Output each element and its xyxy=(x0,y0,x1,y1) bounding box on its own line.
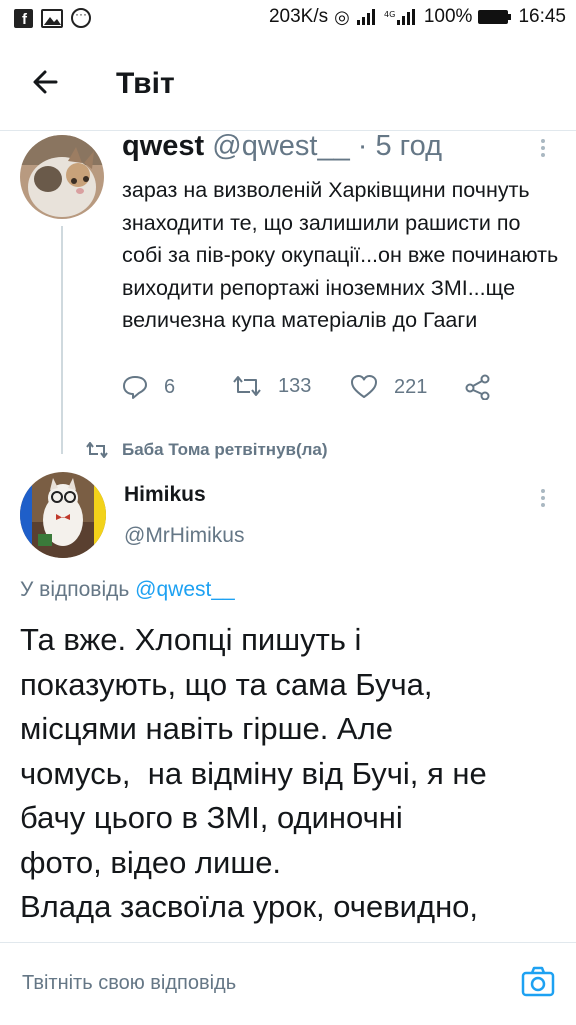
tweet2-line: показують, що та сама Буча, xyxy=(20,666,433,702)
tweet1-time: 5 год xyxy=(375,130,443,162)
clock: 16:45 xyxy=(518,6,566,27)
replying-to: У відповідь @qwest__ xyxy=(20,578,235,602)
cat-scientist-avatar-image xyxy=(20,472,106,558)
tweet2-line: бачу цього в ЗМІ, одиночні xyxy=(20,800,403,835)
tweet1-actions: 6 133 221 xyxy=(122,374,562,410)
retweet-note-text[interactable]: Баба Тома ретвітнув(ла) xyxy=(122,440,328,460)
camera-icon[interactable] xyxy=(520,964,556,1000)
avatar-qwest[interactable] xyxy=(20,135,104,219)
share-button[interactable] xyxy=(464,374,492,400)
page-title: Твіт xyxy=(116,67,175,100)
signal-4g-icon: 4G xyxy=(384,9,415,25)
tweet1-separator: · xyxy=(357,130,368,162)
gallery-icon xyxy=(41,8,63,28)
retweet-count: 133 xyxy=(278,374,312,397)
cat-avatar-image xyxy=(20,135,104,219)
replying-to-link[interactable]: @qwest__ xyxy=(135,578,235,601)
heart-icon xyxy=(351,375,377,398)
arrow-left-icon[interactable] xyxy=(26,62,66,102)
battery-percent: 100% xyxy=(423,6,473,27)
top-app-bar: Твіт xyxy=(0,40,576,131)
tweet2-text: Та вже. Хлопці пишуть і показують, що та… xyxy=(20,618,560,930)
tweet2-line: чомусь, на відміну від Бучі, я не xyxy=(20,755,487,791)
more-options-icon[interactable] xyxy=(536,486,550,514)
tweet1-header: qwest @qwest__ · 5 год xyxy=(122,130,442,163)
hotspot-icon: ◎ xyxy=(334,6,350,27)
retweet-icon xyxy=(86,442,108,458)
reply-count: 6 xyxy=(164,375,176,398)
reply-icon xyxy=(123,376,147,399)
status-bar: f ··· 203K/s ◎ 4G 100% 16:45 xyxy=(0,0,576,40)
like-button[interactable]: 221 xyxy=(350,374,427,400)
tweet1-author-name[interactable]: qwest xyxy=(122,130,204,162)
messenger-icon: ··· xyxy=(71,7,91,28)
tweet2-line: Та вже. Хлопці пишуть і xyxy=(20,622,362,657)
share-icon xyxy=(465,374,490,400)
status-right: 203K/s ◎ 4G 100% 16:45 xyxy=(269,6,566,28)
signal-icon xyxy=(356,9,375,25)
facebook-icon: f xyxy=(14,8,33,28)
reply-input[interactable]: Твітніть свою відповідь xyxy=(22,972,236,995)
thread-connector xyxy=(61,226,63,454)
tweet2-author-name[interactable]: Himikus xyxy=(124,483,206,507)
replying-to-label: У відповідь xyxy=(20,578,130,601)
tweet2-line: фото, відео лише. xyxy=(20,844,282,880)
tweet2-line: Влада засвоїла урок, очевидно, xyxy=(20,889,479,924)
tweet1-author-handle[interactable]: @qwest__ xyxy=(212,130,349,162)
reply-button[interactable]: 6 xyxy=(122,374,175,400)
svg-text:4G: 4G xyxy=(384,10,395,19)
battery-icon xyxy=(478,10,512,24)
avatar-himikus[interactable] xyxy=(20,472,106,558)
like-count: 221 xyxy=(394,375,428,398)
tweet1-text: зараз на визволеній Харківщини почнуть з… xyxy=(122,178,559,332)
retweet-note: Баба Тома ретвітнув(ла) xyxy=(86,440,328,460)
network-speed: 203K/s xyxy=(268,6,329,27)
more-options-icon[interactable] xyxy=(536,136,550,164)
tweet2-line: місцями навіть гірше. Але xyxy=(20,711,393,746)
retweet-button[interactable]: 133 xyxy=(232,374,311,398)
retweet-icon xyxy=(233,376,261,396)
tweet2-author-handle[interactable]: @MrHimikus xyxy=(124,524,244,548)
status-left-icons: f ··· xyxy=(14,7,91,28)
